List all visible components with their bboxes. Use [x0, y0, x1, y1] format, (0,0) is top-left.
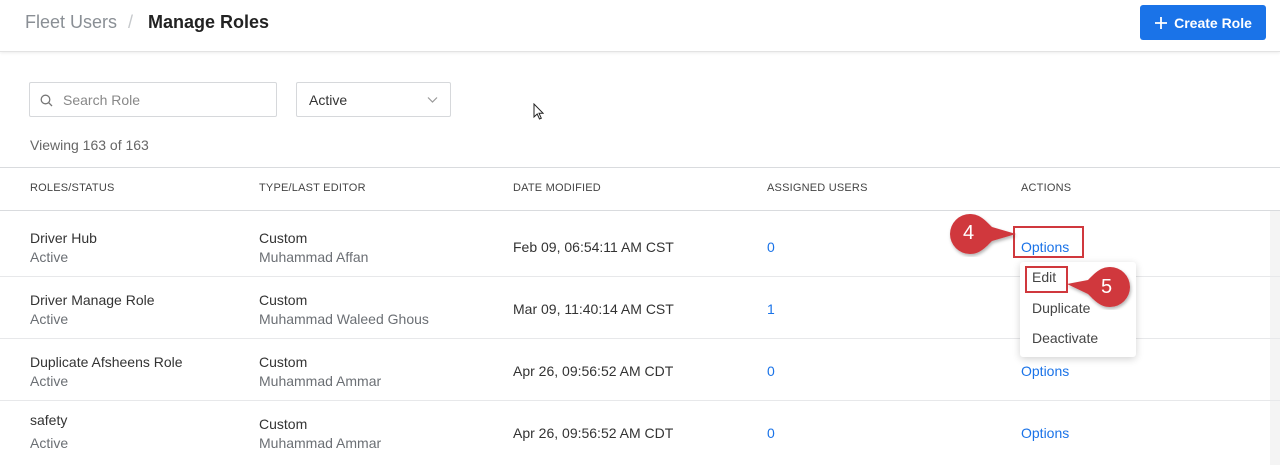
- column-header-actions: ACTIONS: [1021, 182, 1072, 194]
- chevron-down-icon: [427, 97, 438, 103]
- mouse-cursor-icon: [533, 103, 544, 120]
- breadcrumb-fleet-users[interactable]: Fleet Users: [25, 12, 117, 33]
- role-status: Active: [30, 435, 69, 451]
- last-editor: Muhammad Ammar: [259, 373, 382, 389]
- top-bar: Fleet Users / Manage Roles Create Role: [0, 0, 1280, 52]
- role-name: safety: [30, 412, 68, 428]
- menu-item-deactivate[interactable]: Deactivate: [1032, 330, 1098, 346]
- last-editor: Muhammad Ammar: [259, 435, 382, 451]
- role-status: Active: [30, 311, 69, 327]
- date-modified: Feb 09, 06:54:11 AM CST: [513, 239, 674, 255]
- viewing-count: Viewing 163 of 163: [30, 137, 149, 153]
- column-header-roles-status: ROLES/STATUS: [30, 182, 115, 194]
- role-type: Custom: [259, 354, 308, 370]
- date-modified: Apr 26, 09:56:52 AM CDT: [513, 363, 674, 379]
- role-type: Custom: [259, 230, 308, 246]
- plus-icon: [1155, 16, 1168, 29]
- column-header-assigned-users: ASSIGNED USERS: [767, 182, 868, 194]
- callout-marker-icon: [950, 214, 1016, 254]
- create-role-button[interactable]: Create Role: [1140, 5, 1266, 40]
- highlight-box-options: [1013, 226, 1084, 258]
- assigned-users-link[interactable]: 0: [767, 239, 775, 255]
- breadcrumb-separator: /: [128, 12, 134, 32]
- last-editor: Muhammad Waleed Ghous: [259, 311, 429, 327]
- options-link[interactable]: Options: [1021, 425, 1069, 441]
- options-link[interactable]: Options: [1021, 363, 1069, 379]
- role-status: Active: [30, 373, 69, 389]
- status-filter-select[interactable]: Active: [296, 82, 451, 117]
- column-header-date-modified: DATE MODIFIED: [513, 182, 601, 194]
- callout-marker-icon: [1067, 267, 1130, 307]
- last-editor: Muhammad Affan: [259, 249, 369, 265]
- create-role-label: Create Role: [1174, 14, 1252, 31]
- search-input[interactable]: [63, 89, 263, 111]
- highlight-box-edit: [1025, 266, 1068, 293]
- search-icon: [40, 94, 53, 107]
- table-row: safety Active Custom Muhammad Ammar Apr …: [0, 401, 1280, 463]
- table-header: ROLES/STATUS TYPE/LAST EDITOR DATE MODIF…: [0, 167, 1280, 211]
- search-role-field[interactable]: [29, 82, 277, 117]
- role-status: Active: [30, 249, 69, 265]
- role-name: Duplicate Afsheens Role: [30, 354, 183, 370]
- status-filter-value: Active: [309, 92, 348, 108]
- column-header-type-editor: TYPE/LAST EDITOR: [259, 182, 366, 194]
- callout-number-4: 4: [963, 222, 975, 244]
- assigned-users-link[interactable]: 0: [767, 425, 775, 441]
- page-title: Manage Roles: [148, 12, 270, 32]
- date-modified: Apr 26, 09:56:52 AM CDT: [513, 425, 674, 441]
- role-type: Custom: [259, 416, 308, 432]
- role-name: Driver Hub: [30, 230, 97, 246]
- assigned-users-link[interactable]: 1: [767, 301, 775, 317]
- assigned-users-link[interactable]: 0: [767, 363, 775, 379]
- role-name: Driver Manage Role: [30, 292, 155, 308]
- callout-number-5: 5: [1101, 276, 1113, 298]
- date-modified: Mar 09, 11:40:14 AM CST: [513, 301, 674, 317]
- role-type: Custom: [259, 292, 308, 308]
